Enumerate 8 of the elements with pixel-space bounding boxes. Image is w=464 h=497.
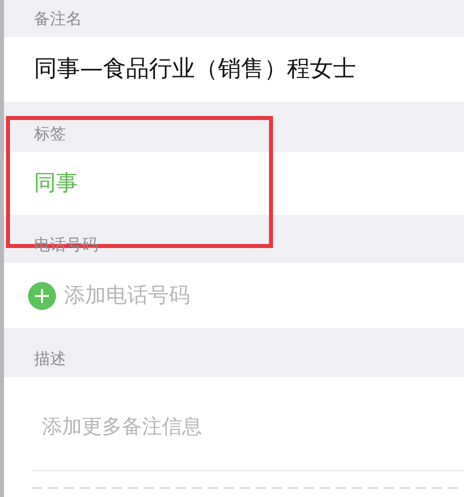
add-phone-field[interactable]: 添加电话号码 xyxy=(64,280,190,312)
tag-label[interactable]: 同事 xyxy=(34,167,78,200)
section-header: 标签 xyxy=(34,123,66,145)
description-field[interactable]: 添加更多备注信息 xyxy=(4,377,464,497)
section-header: 备注名 xyxy=(34,8,82,30)
add-icon[interactable] xyxy=(28,282,56,310)
section-header: 描述 xyxy=(34,348,66,370)
section-header: 电话号码 xyxy=(34,234,98,256)
